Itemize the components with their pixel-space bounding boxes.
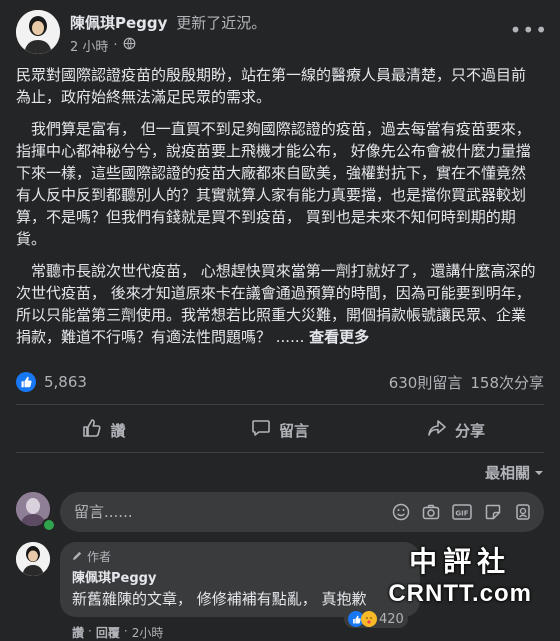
post-paragraph-2: 我們算是富有， 但一直買不到足夠國際認證的疫苗，過去每當有疫苗要來，指揮中心都神…	[16, 120, 531, 248]
share-arrow-icon	[427, 418, 447, 442]
crntt-watermark: 中評社 CRNTT.com	[388, 540, 532, 608]
camera-icon[interactable]	[422, 503, 440, 521]
post-body: 民眾對國際認證疫苗的殷殷期盼，站在第一線的醫療人員最清楚，只不過目前為止，政府始…	[16, 64, 540, 358]
post-actions: 讚 留言 分享	[16, 410, 544, 450]
post-header: 陳佩琪Peggy 更新了近況。 2 小時 · •••	[16, 10, 548, 58]
author-badge-label: 作者	[87, 550, 112, 564]
author-avatar[interactable]	[16, 10, 60, 54]
comment-reaction-count: 420	[379, 611, 404, 627]
comment-text: 新舊雜陳的文章， 修修補補有點亂， 真抱歉	[72, 590, 367, 608]
comment-meta: 讚 · 回覆 · 2小時	[72, 624, 163, 641]
comment-bubble-icon	[251, 418, 271, 442]
reactions-summary: 5,863 630則留言 158次分享	[16, 370, 544, 394]
comment-reactions[interactable]: 420	[344, 610, 408, 628]
divider	[16, 404, 544, 405]
post-paragraph-3: 常聽市長說次世代疫苗， 心想趕快買來當第一劑打就好了， 還講什麼高深的次世代疫苗…	[16, 260, 540, 348]
watermark-chinese: 中評社	[409, 545, 512, 578]
comment-input[interactable]	[72, 502, 392, 522]
gif-icon[interactable]: GIF	[452, 503, 472, 521]
like-button[interactable]: 讚	[16, 410, 192, 450]
author-badge: 作者	[72, 548, 408, 565]
comment-input-tools: GIF	[392, 503, 532, 521]
sort-label: 最相關	[484, 464, 530, 482]
avatar-sticker-icon[interactable]	[514, 503, 532, 521]
comment-sort-dropdown[interactable]: 最相關	[485, 462, 544, 483]
thumbs-up-icon	[82, 418, 102, 442]
comment-label: 留言	[278, 421, 309, 440]
engagement-counts: 630則留言 158次分享	[389, 372, 544, 393]
sticker-icon[interactable]	[484, 503, 502, 521]
post-paragraph-3-text: 常聽市長說次世代疫苗， 心想趕快買來當第一劑打就好了， 還講什麼高深的次世代疫苗…	[16, 262, 536, 346]
post-meta: 2 小時 ·	[70, 36, 136, 55]
care-reaction-icon	[361, 611, 377, 627]
meta-separator: ·	[123, 624, 128, 638]
like-reaction-icon[interactable]	[16, 372, 36, 392]
like-count[interactable]: 5,863	[44, 373, 87, 391]
svg-text:GIF: GIF	[455, 510, 468, 518]
divider	[16, 452, 544, 453]
post-paragraph-1: 民眾對國際認證疫苗的殷殷期盼，站在第一線的醫療人員最清楚，只不過目前為止，政府始…	[16, 66, 527, 106]
comment-input-box[interactable]: GIF	[60, 492, 544, 532]
more-options-icon[interactable]: •••	[510, 18, 548, 42]
caret-down-icon	[534, 464, 544, 482]
meta-separator: ·	[88, 624, 92, 638]
share-count[interactable]: 158次分享	[470, 372, 544, 393]
watermark-english: CRNTT.com	[388, 580, 532, 607]
like-label: 讚	[110, 421, 126, 440]
comment-count[interactable]: 630則留言	[389, 372, 463, 393]
share-label: 分享	[454, 421, 485, 440]
emoji-icon[interactable]	[392, 503, 410, 521]
comment-time[interactable]: 2小時	[132, 624, 164, 641]
comment-bubble: 作者 陳佩琪Peggy 新舊雜陳的文章， 修修補補有點亂， 真抱歉	[60, 542, 420, 617]
online-status-dot	[42, 518, 56, 532]
pen-icon	[72, 550, 83, 564]
comment-reply-link[interactable]: 回覆	[96, 624, 120, 641]
post-time[interactable]: 2 小時	[70, 36, 108, 55]
author-line: 陳佩琪Peggy 更新了近況。	[70, 12, 266, 33]
share-button[interactable]: 分享	[368, 410, 544, 450]
commenter-name[interactable]: 陳佩琪Peggy	[72, 567, 408, 586]
see-more-link[interactable]: 查看更多	[309, 328, 369, 346]
comment-button[interactable]: 留言	[192, 410, 368, 450]
comment-composer: GIF	[16, 492, 544, 532]
author-action: 更新了近況。	[176, 14, 267, 32]
commenter-avatar[interactable]	[16, 542, 50, 576]
globe-icon	[123, 37, 136, 54]
meta-separator: ·	[113, 38, 118, 53]
author-name[interactable]: 陳佩琪Peggy	[70, 14, 167, 32]
comment-like-link[interactable]: 讚	[72, 624, 84, 641]
